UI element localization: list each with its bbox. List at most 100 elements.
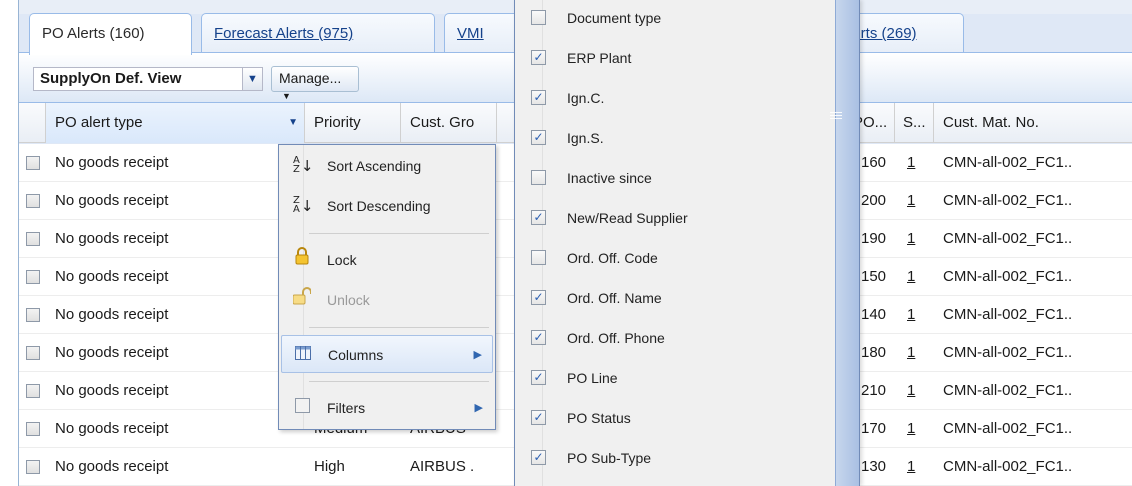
- header-po-alert-type[interactable]: PO alert type ▼: [46, 103, 305, 143]
- cell-po-alert-type: No goods receipt: [55, 230, 169, 247]
- column-option-label: PO Sub-Type: [567, 450, 652, 466]
- cell-seq-link[interactable]: 1: [895, 448, 934, 486]
- checkbox-icon[interactable]: [531, 10, 546, 25]
- menu-item-sort-descending[interactable]: Z A↓ Sort Descending: [281, 187, 493, 225]
- column-menu-trigger-icon[interactable]: ▼: [288, 103, 298, 143]
- cell-seq-link[interactable]: 1: [895, 372, 934, 410]
- menu-item-label: Sort Descending: [327, 198, 431, 214]
- view-select[interactable]: SupplyOn Def. View: [33, 67, 243, 91]
- submenu-scrollbar[interactable]: [835, 0, 859, 486]
- column-option-label: New/Read Supplier: [567, 210, 688, 226]
- checkbox-icon[interactable]: [291, 389, 313, 427]
- checkbox-icon[interactable]: ✓: [531, 330, 546, 345]
- menu-separator: [309, 327, 489, 328]
- cell-cust-mat-no: CMN-all-002_FC1..: [943, 344, 1073, 361]
- column-option-document-type[interactable]: Document type: [515, 0, 837, 38]
- column-option-ign-c[interactable]: ✓ Ign.C.: [515, 78, 837, 118]
- cell-seq-link[interactable]: 1: [895, 410, 934, 448]
- cell-seq-link[interactable]: 1: [895, 258, 934, 296]
- row-checkbox[interactable]: [26, 156, 40, 170]
- cell-seq-link[interactable]: 1: [895, 296, 934, 334]
- column-option-ord-off-code[interactable]: Ord. Off. Code: [515, 238, 837, 278]
- checkbox-icon[interactable]: ✓: [531, 210, 546, 225]
- column-option-erp-plant[interactable]: ✓ ERP Plant: [515, 38, 837, 78]
- manage-button-label: Manage...: [279, 70, 342, 86]
- column-option-inactive-since[interactable]: Inactive since: [515, 158, 837, 198]
- chevron-down-icon[interactable]: ▼: [243, 67, 263, 91]
- column-option-label: PO Status: [567, 410, 631, 426]
- column-option-ign-s[interactable]: ✓ Ign.S.: [515, 118, 837, 158]
- column-option-new-read-supplier[interactable]: ✓ New/Read Supplier: [515, 198, 837, 238]
- header-priority-label: Priority: [314, 114, 361, 131]
- unlock-icon: [291, 281, 313, 319]
- header-cust-mat-no-label: Cust. Mat. No.: [943, 114, 1039, 131]
- column-context-menu: A Z↓ Sort Ascending Z A↓ Sort Descending L…: [278, 144, 496, 430]
- row-checkbox[interactable]: [26, 346, 40, 360]
- cell-cust-mat-no: CMN-all-002_FC1..: [943, 382, 1073, 399]
- menu-item-sort-ascending[interactable]: A Z↓ Sort Ascending: [281, 147, 493, 185]
- cell-seq-link[interactable]: 1: [895, 182, 934, 220]
- header-seq[interactable]: S...: [895, 103, 934, 143]
- column-option-ord-off-name[interactable]: ✓ Ord. Off. Name: [515, 278, 837, 318]
- sort-ascending-icon: A Z↓: [293, 155, 314, 176]
- row-checkbox[interactable]: [26, 308, 40, 322]
- cell-cust-mat-no: CMN-all-002_FC1..: [943, 154, 1073, 171]
- cell-cust-mat-no: CMN-all-002_FC1..: [943, 458, 1073, 475]
- checkbox-icon[interactable]: ✓: [531, 450, 546, 465]
- menu-item-filters[interactable]: Filters ▶: [281, 389, 493, 427]
- column-option-label: Ign.C.: [567, 90, 605, 106]
- checkbox-icon[interactable]: [531, 250, 546, 265]
- cell-seq-link[interactable]: 1: [895, 144, 934, 182]
- column-option-po-status[interactable]: ✓ PO Status: [515, 398, 837, 438]
- tab-po-alerts[interactable]: PO Alerts (160): [29, 13, 192, 55]
- row-checkbox[interactable]: [26, 232, 40, 246]
- tab-forecast-alerts[interactable]: Forecast Alerts (975): [201, 13, 435, 53]
- header-priority[interactable]: Priority: [305, 103, 401, 143]
- column-option-ord-off-phone[interactable]: ✓ Ord. Off. Phone: [515, 318, 837, 358]
- cell-po-alert-type: No goods receipt: [55, 268, 169, 285]
- cell-po-alert-type: No goods receipt: [55, 192, 169, 209]
- checkbox-icon[interactable]: ✓: [531, 50, 546, 65]
- cell-po-alert-type: No goods receipt: [55, 154, 169, 171]
- row-checkbox[interactable]: [26, 422, 40, 436]
- menu-item-label: Unlock: [327, 292, 370, 308]
- menu-item-lock[interactable]: Lock: [281, 241, 493, 279]
- header-cust-group[interactable]: Cust. Gro: [401, 103, 497, 143]
- tab-po-alerts-label: PO Alerts (160): [42, 25, 145, 42]
- menu-item-columns[interactable]: Columns ▶: [281, 335, 493, 373]
- checkbox-icon[interactable]: ✓: [531, 90, 546, 105]
- cell-cust-mat-no: CMN-all-002_FC1..: [943, 230, 1073, 247]
- view-select-value: SupplyOn Def. View: [40, 70, 182, 87]
- header-cust-mat-no[interactable]: Cust. Mat. No.: [934, 103, 1132, 143]
- row-checkbox[interactable]: [26, 384, 40, 398]
- column-option-label: Ord. Off. Name: [567, 290, 662, 306]
- column-option-label: Ord. Off. Phone: [567, 330, 665, 346]
- checkbox-icon[interactable]: [531, 170, 546, 185]
- row-checkbox[interactable]: [26, 194, 40, 208]
- row-checkbox[interactable]: [26, 270, 40, 284]
- po-alerts-panel: PO Alerts (160) Forecast Alerts (975) VM…: [18, 0, 1132, 486]
- cell-po-alert-type: No goods receipt: [55, 420, 169, 437]
- menu-item-label: Filters: [327, 400, 366, 416]
- row-checkbox[interactable]: [26, 460, 40, 474]
- cell-priority: High: [314, 458, 345, 475]
- column-option-po-sub-type[interactable]: ✓ PO Sub-Type: [515, 438, 837, 478]
- columns-submenu: Document type ✓ ERP Plant ✓ Ign.C. ✓ Ign…: [514, 0, 860, 486]
- cell-seq-link[interactable]: 1: [895, 334, 934, 372]
- column-option-po-line[interactable]: ✓ PO Line: [515, 358, 837, 398]
- checkbox-icon[interactable]: ✓: [531, 290, 546, 305]
- manage-dropdown-icon: ▼: [282, 91, 291, 101]
- checkbox-icon[interactable]: ✓: [531, 410, 546, 425]
- header-po-alert-type-label: PO alert type: [55, 114, 143, 131]
- cell-po-alert-type: No goods receipt: [55, 306, 169, 323]
- cell-cust-mat-no: CMN-all-002_FC1..: [943, 306, 1073, 323]
- columns-icon: [292, 336, 314, 374]
- cell-cust-mat-no: CMN-all-002_FC1..: [943, 192, 1073, 209]
- checkbox-icon[interactable]: ✓: [531, 370, 546, 385]
- cell-cust-group: AIRBUS .: [410, 458, 475, 475]
- cell-seq-link[interactable]: 1: [895, 220, 934, 258]
- cell-po-alert-type: No goods receipt: [55, 344, 169, 361]
- manage-button[interactable]: Manage... ▼: [271, 66, 359, 101]
- checkbox-icon[interactable]: ✓: [531, 130, 546, 145]
- menu-item-unlock: Unlock: [281, 281, 493, 319]
